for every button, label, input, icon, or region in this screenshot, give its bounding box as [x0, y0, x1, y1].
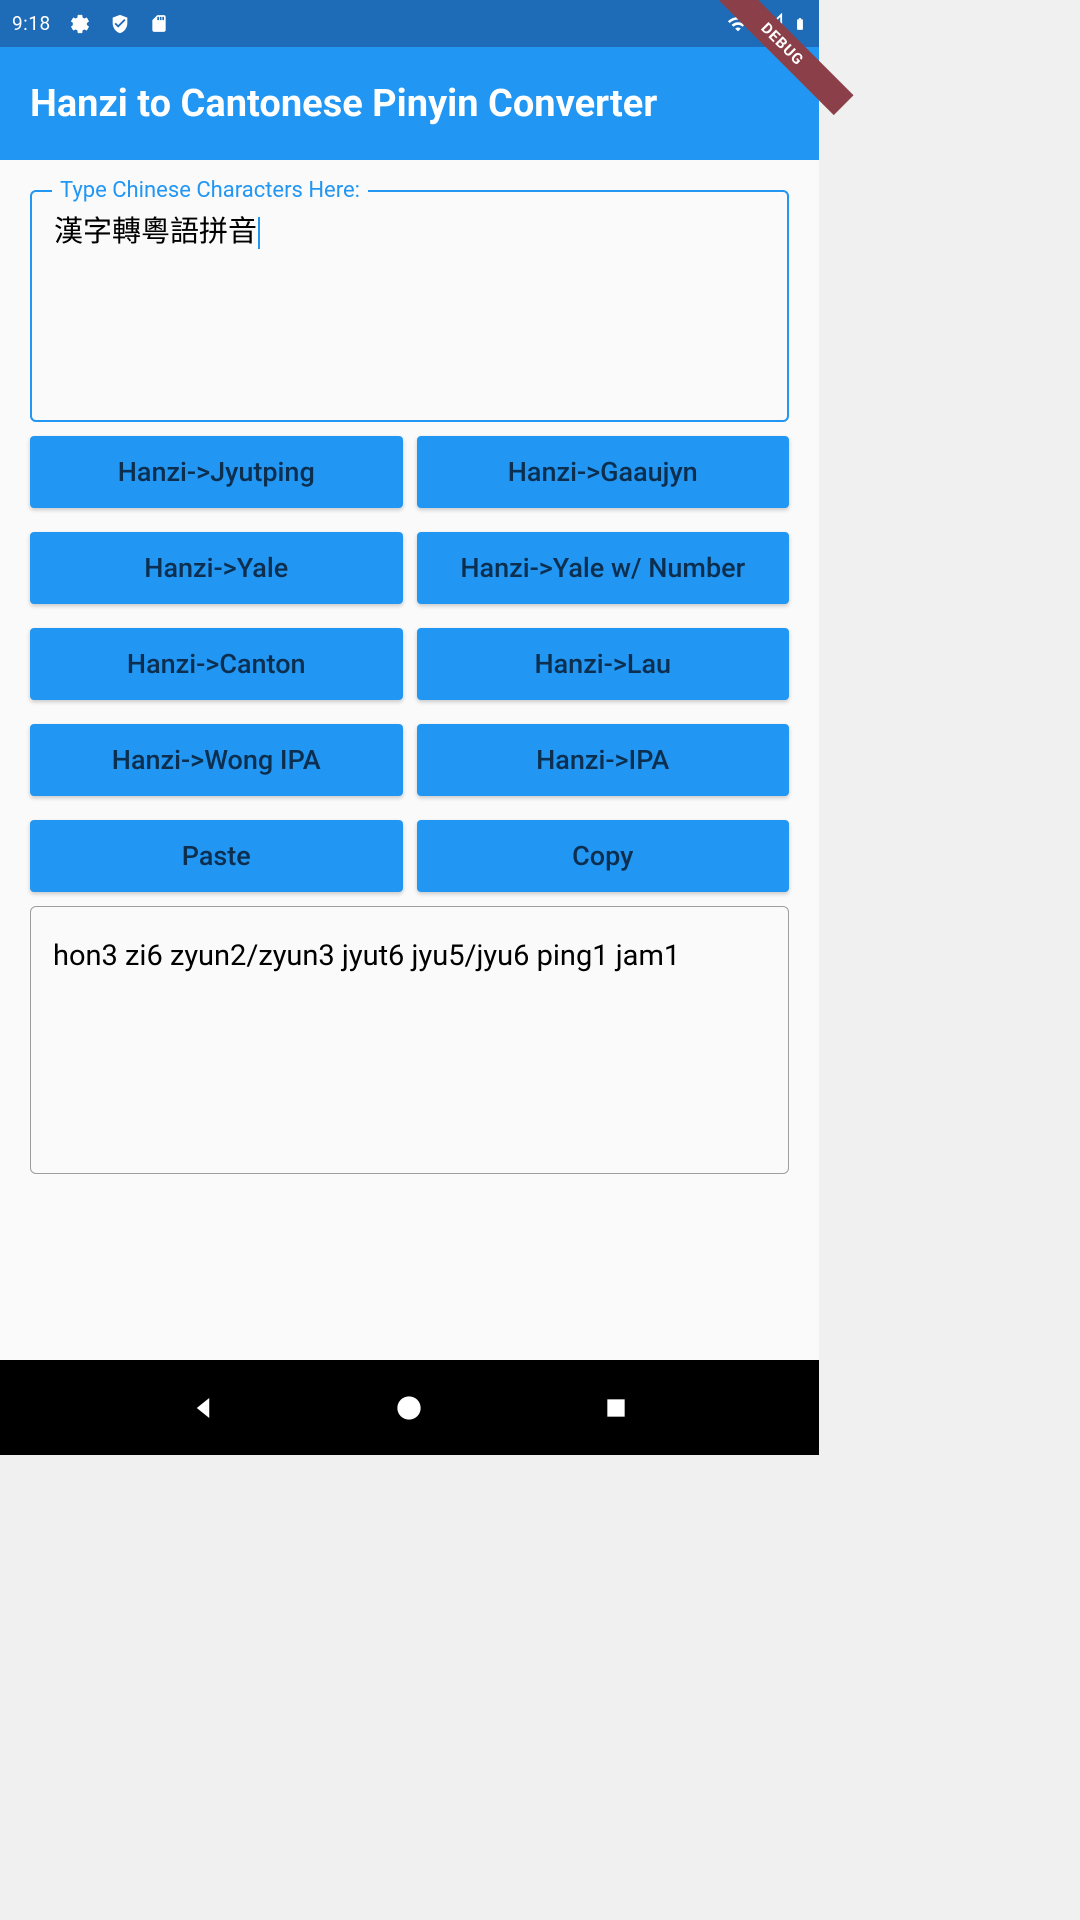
settings-icon — [69, 13, 91, 35]
output-field-container[interactable]: hon3 zi6 zyun2/zyun3 jyut6 jyu5/jyu6 pin… — [30, 906, 789, 1174]
input-label: Type Chinese Characters Here: — [52, 178, 368, 203]
home-button[interactable] — [389, 1388, 429, 1428]
text-cursor — [258, 217, 260, 249]
recent-apps-button[interactable] — [596, 1388, 636, 1428]
jyutping-button[interactable]: Hanzi->Jyutping — [30, 436, 403, 508]
button-grid: Hanzi->Jyutping Hanzi->Gaaujyn Hanzi->Ya… — [30, 436, 789, 892]
battery-icon — [793, 12, 807, 36]
wong-ipa-button[interactable]: Hanzi->Wong IPA — [30, 724, 403, 796]
main-content: Type Chinese Characters Here: 漢字轉粵語拼音 Ha… — [0, 160, 819, 1360]
sd-card-icon — [149, 12, 169, 35]
output-text: hon3 zi6 zyun2/zyun3 jyut6 jyu5/jyu6 pin… — [53, 939, 766, 973]
paste-button[interactable]: Paste — [30, 820, 403, 892]
shield-icon — [109, 13, 131, 35]
canton-button[interactable]: Hanzi->Canton — [30, 628, 403, 700]
status-left-group: 9:18 — [12, 12, 169, 35]
status-time: 9:18 — [12, 12, 51, 35]
app-bar: Hanzi to Cantonese Pinyin Converter — [0, 47, 819, 160]
copy-button[interactable]: Copy — [417, 820, 790, 892]
input-field-container[interactable]: Type Chinese Characters Here: 漢字轉粵語拼音 — [30, 190, 789, 422]
navigation-bar — [0, 1360, 819, 1455]
lau-button[interactable]: Hanzi->Lau — [417, 628, 790, 700]
yale-number-button[interactable]: Hanzi->Yale w/ Number — [417, 532, 790, 604]
yale-button[interactable]: Hanzi->Yale — [30, 532, 403, 604]
app-title: Hanzi to Cantonese Pinyin Converter — [30, 82, 657, 126]
ipa-button[interactable]: Hanzi->IPA — [417, 724, 790, 796]
status-bar: 9:18 — [0, 0, 819, 47]
back-button[interactable] — [183, 1388, 223, 1428]
gaaujyn-button[interactable]: Hanzi->Gaaujyn — [417, 436, 790, 508]
input-text[interactable]: 漢字轉粵語拼音 — [54, 215, 260, 249]
